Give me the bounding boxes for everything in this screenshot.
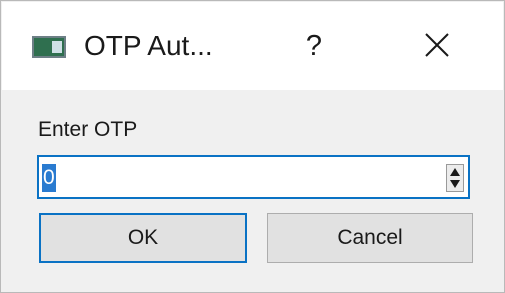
otp-label: Enter OTP (38, 118, 138, 141)
spin-down-icon[interactable] (450, 180, 460, 188)
title-bar[interactable]: OTP Aut... ? (2, 2, 503, 90)
otp-spinbox[interactable]: 0 (37, 155, 470, 199)
close-icon (425, 33, 449, 57)
otp-input-value[interactable]: 0 (42, 164, 56, 192)
spin-up-icon[interactable] (450, 168, 460, 176)
app-window-icon (32, 36, 66, 58)
otp-dialog: OTP Aut... ? Enter OTP 0 OK Cancel (0, 0, 505, 293)
window-title: OTP Aut... (84, 30, 213, 61)
cancel-button[interactable]: Cancel (267, 213, 473, 263)
spin-buttons[interactable] (446, 164, 464, 192)
close-button[interactable] (422, 30, 452, 60)
ok-button[interactable]: OK (39, 213, 247, 263)
help-button[interactable]: ? (294, 26, 334, 66)
